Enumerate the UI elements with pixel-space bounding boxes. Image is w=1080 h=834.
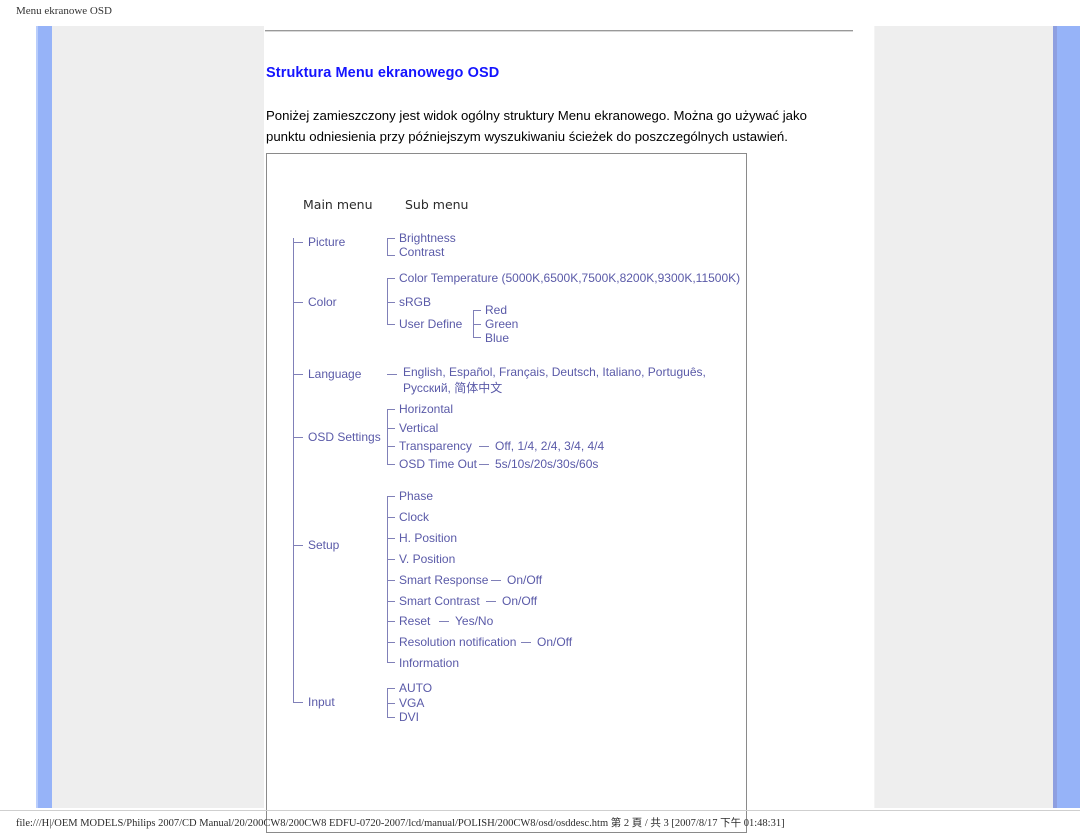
right-blue-rail: [1038, 26, 1080, 808]
stub-osd-settings: [293, 437, 303, 438]
sub-item-language-list-1: English, Español, Français, Deutsch, Ita…: [403, 365, 706, 379]
connector-resolution-notification: [521, 642, 531, 643]
sub-item-reset: Reset: [399, 614, 431, 628]
sub-item-contrast: Contrast: [399, 245, 445, 259]
sub-item-vga: VGA: [399, 696, 425, 710]
bracket-user-define-bottom: [473, 337, 481, 338]
connector-reset: [439, 621, 449, 622]
main-menu-color: Color: [308, 295, 337, 309]
bracket-input-2: [387, 703, 395, 704]
sub-values-smart-response: On/Off: [507, 573, 543, 587]
stub-picture: [293, 242, 303, 243]
bracket-color-top: [387, 278, 395, 279]
connector-smart-response: [491, 580, 501, 581]
sub-item-osd-time-out: OSD Time Out: [399, 457, 478, 471]
bracket-picture-top: [387, 238, 395, 239]
sub-item-h-position: H. Position: [399, 531, 458, 545]
bracket-input-1: [387, 688, 395, 689]
sub-item-v-position: V. Position: [399, 552, 456, 566]
bracket-setup-6: [387, 601, 395, 602]
bracket-picture: [387, 238, 388, 256]
sub-item-transparency: Transparency: [399, 439, 472, 453]
bracket-setup-4: [387, 559, 395, 560]
main-menu-picture: Picture: [308, 235, 346, 249]
bracket-setup-3: [387, 538, 395, 539]
stub-input: [293, 702, 303, 703]
print-header-title: Menu ekranowe OSD: [16, 5, 112, 17]
intro-paragraph: Poniżej zamieszczony jest widok ogólny s…: [266, 108, 807, 145]
sub-values-osd-time-out: 5s/10s/20s/30s/60s: [495, 457, 599, 471]
connector-smart-contrast: [486, 601, 496, 602]
bracket-picture-bottom: [387, 255, 395, 256]
bracket-setup-2: [387, 517, 395, 518]
sub-item-dvi: DVI: [399, 710, 420, 724]
sub-item-blue: Blue: [485, 331, 510, 345]
bracket-setup: [387, 496, 388, 662]
connector-language: [387, 374, 397, 375]
bracket-setup-7: [387, 621, 395, 622]
bracket-setup-8: [387, 642, 395, 643]
footer-divider: [0, 810, 1080, 811]
sub-item-resolution-notification: Resolution notification: [399, 635, 517, 649]
stub-color: [293, 302, 303, 303]
connector-osd-time-out: [479, 464, 489, 465]
bracket-color-bottom: [387, 324, 395, 325]
sub-item-vertical: Vertical: [399, 421, 439, 435]
sub-item-green: Green: [485, 317, 519, 331]
bracket-setup-1: [387, 496, 395, 497]
bracket-color-mid: [387, 302, 395, 303]
diagram-canvas: Main menu Sub menu Picture Brightness Co…: [267, 154, 746, 832]
main-menu-input: Input: [308, 695, 335, 709]
main-trunk-line: [293, 238, 294, 702]
sub-item-brightness: Brightness: [399, 231, 456, 245]
bracket-osd-4: [387, 464, 395, 465]
bracket-user-define-mid: [473, 324, 481, 325]
page-title: Struktura Menu ekranowego OSD: [266, 64, 500, 81]
sub-item-phase: Phase: [399, 489, 434, 503]
bracket-osd-3: [387, 446, 395, 447]
right-blue-rail-accent: [1053, 26, 1057, 808]
bracket-osd-settings: [387, 409, 388, 465]
sub-item-color-temperature: Color Temperature (5000K,6500K,7500K,820…: [399, 271, 741, 285]
sub-item-horizontal: Horizontal: [399, 402, 454, 416]
sub-item-srgb: sRGB: [399, 295, 432, 309]
bracket-setup-5: [387, 580, 395, 581]
content-top-divider: [265, 30, 853, 32]
diagram-column-header-main: Main menu: [303, 197, 373, 212]
sub-values-transparency: Off, 1/4, 2/4, 3/4, 4/4: [495, 439, 605, 453]
sub-item-smart-contrast: Smart Contrast: [399, 594, 480, 608]
bracket-user-define-top: [473, 310, 481, 311]
left-blue-rail: [36, 26, 52, 808]
main-menu-language: Language: [308, 367, 362, 381]
sub-item-information: Information: [399, 656, 460, 670]
stub-setup: [293, 545, 303, 546]
footer-file-path: file:///H|/OEM MODELS/Philips 2007/CD Ma…: [16, 818, 785, 829]
bracket-input-3: [387, 717, 395, 718]
diagram-column-header-sub: Sub menu: [405, 197, 469, 212]
sub-item-red: Red: [485, 303, 508, 317]
bracket-osd-2: [387, 428, 395, 429]
bracket-osd-1: [387, 409, 395, 410]
sub-item-auto: AUTO: [399, 681, 433, 695]
sub-item-smart-response: Smart Response: [399, 573, 489, 587]
main-menu-setup: Setup: [308, 538, 340, 552]
sub-values-smart-contrast: On/Off: [502, 594, 538, 608]
sub-item-clock: Clock: [399, 510, 430, 524]
main-menu-osd-settings: OSD Settings: [308, 430, 381, 444]
sub-item-user-define: User Define: [399, 317, 463, 331]
sub-values-reset: Yes/No: [455, 614, 494, 628]
left-gray-column: [52, 26, 264, 808]
osd-structure-diagram: Main menu Sub menu Picture Brightness Co…: [266, 153, 747, 833]
sub-item-language-list-2: Русский, 简体中文: [403, 381, 503, 395]
right-gray-column: [874, 26, 1038, 808]
stub-language: [293, 374, 303, 375]
connector-transparency: [479, 446, 489, 447]
sub-values-resolution-notification: On/Off: [537, 635, 573, 649]
bracket-setup-9: [387, 662, 395, 663]
